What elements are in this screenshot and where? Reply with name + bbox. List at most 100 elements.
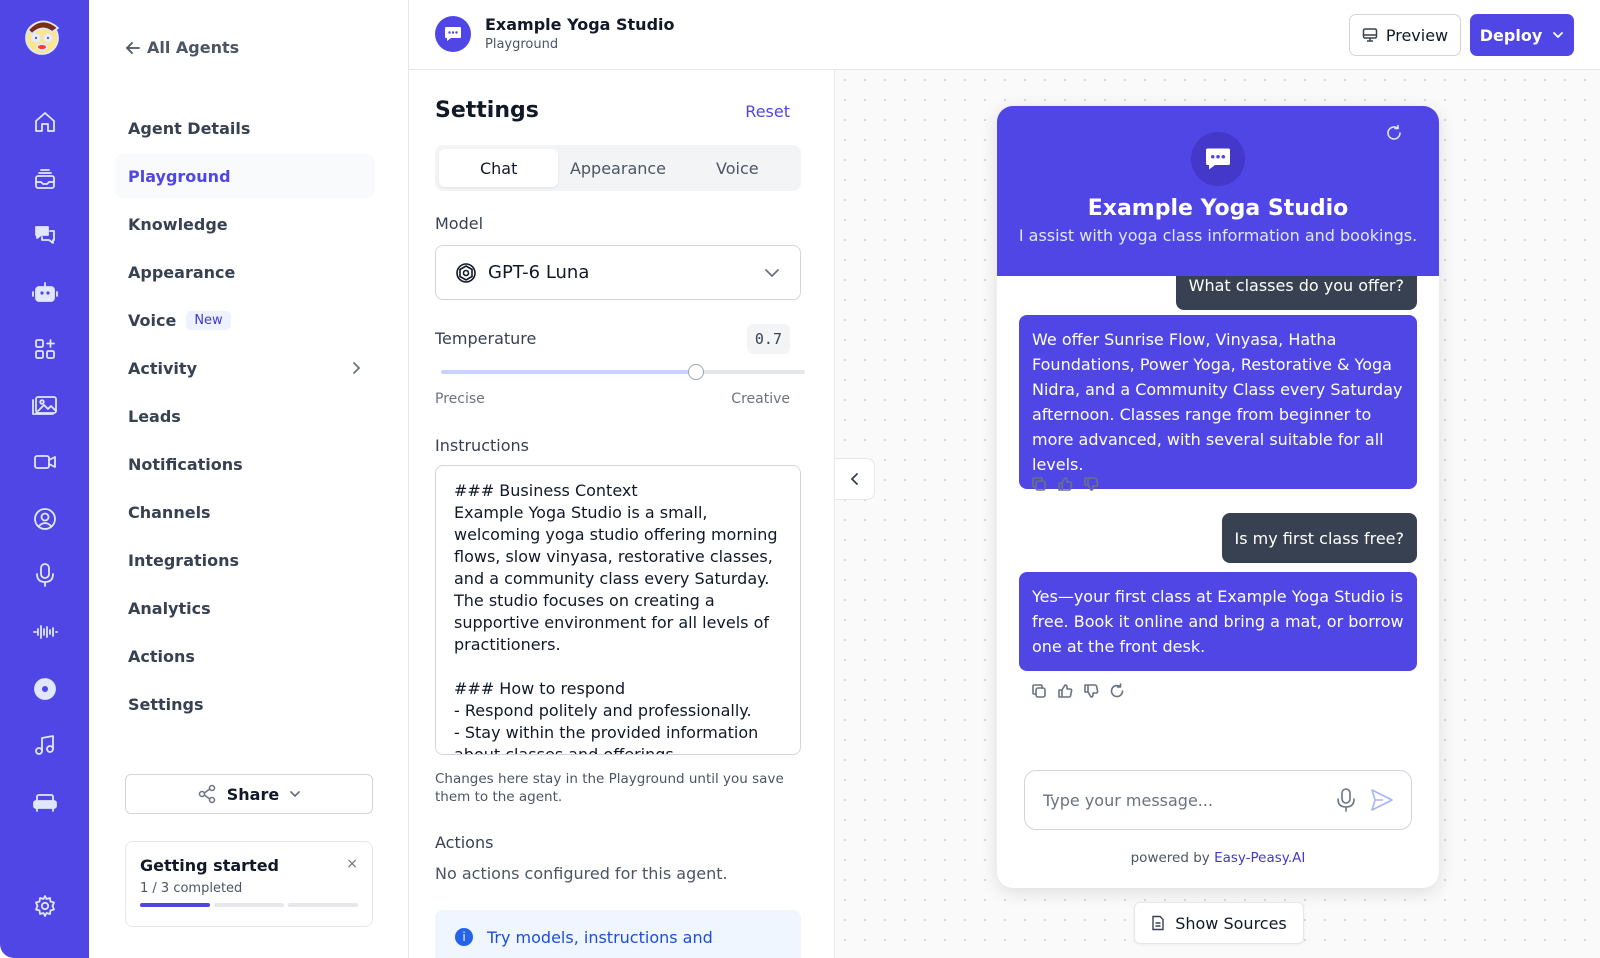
- temperature-slider[interactable]: [441, 364, 805, 380]
- nav-item-analytics[interactable]: Analytics: [115, 586, 375, 630]
- actions-empty-text: No actions configured for this agent.: [435, 864, 728, 883]
- nav-item-label: Voice: [128, 310, 177, 330]
- microphone-icon[interactable]: [1335, 787, 1357, 813]
- video-icon[interactable]: [30, 447, 60, 477]
- nav-item-label: Playground: [128, 166, 231, 186]
- top-bar: Example Yoga Studio Playground Preview D…: [409, 0, 1600, 70]
- message-feedback: [1031, 476, 1099, 492]
- agent-avatar: [435, 16, 471, 52]
- instructions-label: Instructions: [435, 436, 529, 455]
- bot-message: We offer Sunrise Flow, Vinyasa, Hatha Fo…: [1019, 315, 1417, 489]
- home-icon[interactable]: [30, 107, 60, 137]
- arrow-left-icon: [125, 41, 140, 54]
- preview-button[interactable]: Preview: [1349, 14, 1461, 56]
- chevron-right-icon: [353, 362, 361, 374]
- inbox-icon[interactable]: [30, 164, 60, 194]
- thumbs-up-icon[interactable]: [1057, 476, 1073, 492]
- thumbs-up-icon[interactable]: [1057, 683, 1073, 699]
- nav-item-actions[interactable]: Actions: [115, 634, 375, 678]
- document-icon: [1152, 915, 1164, 931]
- nav-item-label: Actions: [128, 646, 195, 666]
- regenerate-icon[interactable]: [1109, 683, 1125, 699]
- thumbs-down-icon[interactable]: [1083, 683, 1099, 699]
- nav-item-label: Settings: [128, 694, 204, 714]
- powered-prefix: powered by: [1130, 850, 1210, 866]
- send-icon[interactable]: [1369, 787, 1395, 813]
- collapse-panel-button[interactable]: [835, 458, 875, 500]
- nav-item-label: Activity: [128, 358, 197, 378]
- agent-nav-panel: All Agents Agent Details Playground Know…: [89, 0, 409, 958]
- microphone-icon[interactable]: [30, 560, 60, 590]
- copy-icon[interactable]: [1031, 683, 1047, 699]
- nav-item-channels[interactable]: Channels: [115, 490, 375, 534]
- sofa-icon[interactable]: [30, 787, 60, 817]
- tip-text: Try models, instructions and: [487, 928, 713, 947]
- instructions-note: Changes here stay in the Playground unti…: [435, 771, 784, 805]
- slider-handle[interactable]: [687, 364, 704, 380]
- nav-item-label: Appearance: [128, 262, 236, 282]
- nav-item-label: Notifications: [128, 454, 243, 474]
- creative-label: Creative: [731, 391, 790, 407]
- preview-label: Preview: [1385, 25, 1449, 45]
- chat-header: Example Yoga Studio I assist with yoga c…: [997, 106, 1439, 276]
- chat-icon[interactable]: [30, 220, 60, 250]
- tab-voice[interactable]: Voice: [678, 149, 797, 187]
- nav-item-appearance[interactable]: Appearance: [115, 250, 375, 294]
- reset-button[interactable]: Reset: [745, 102, 790, 121]
- app-logo[interactable]: [22, 16, 66, 56]
- copy-icon[interactable]: [1031, 476, 1047, 492]
- actions-label: Actions: [435, 833, 494, 852]
- thumbs-down-icon[interactable]: [1083, 476, 1099, 492]
- refresh-icon[interactable]: [1385, 124, 1403, 142]
- nav-item-playground[interactable]: Playground: [115, 154, 375, 198]
- bot-message: Yes—your first class at Example Yoga Stu…: [1019, 572, 1417, 671]
- music-icon[interactable]: [30, 730, 60, 760]
- nav-item-leads[interactable]: Leads: [115, 394, 375, 438]
- nav-item-voice[interactable]: Voice New: [115, 298, 375, 342]
- tab-appearance[interactable]: Appearance: [558, 149, 677, 187]
- info-icon: i: [455, 928, 473, 946]
- model-select[interactable]: GPT-6 Luna: [435, 245, 801, 300]
- tab-chat[interactable]: Chat: [439, 149, 559, 187]
- monitor-icon: [1362, 28, 1378, 42]
- close-icon[interactable]: ×: [346, 856, 358, 872]
- nav-item-knowledge[interactable]: Knowledge: [115, 202, 375, 246]
- agent-title: Example Yoga Studio: [485, 15, 675, 34]
- nav-item-agent-details[interactable]: Agent Details: [115, 106, 375, 150]
- nav-item-settings[interactable]: Settings: [115, 682, 375, 726]
- gallery-icon[interactable]: [30, 390, 60, 420]
- getting-started-progress-bar: [140, 903, 358, 907]
- nav-item-label: Agent Details: [128, 118, 251, 138]
- instructions-textarea[interactable]: ### Business Context Example Yoga Studio…: [435, 465, 801, 755]
- temperature-value[interactable]: 0.7: [746, 324, 790, 354]
- settings-tabs: Chat Appearance Voice: [435, 145, 801, 191]
- powered-by: powered by Easy-Peasy.AI: [997, 850, 1439, 866]
- precise-label: Precise: [435, 391, 485, 407]
- waveform-icon[interactable]: [30, 617, 60, 647]
- getting-started-card[interactable]: Getting started × 1 / 3 completed: [125, 841, 373, 927]
- show-sources-button[interactable]: Show Sources: [1134, 902, 1304, 944]
- nav-item-activity[interactable]: Activity: [115, 346, 375, 390]
- getting-started-progress-text: 1 / 3 completed: [140, 881, 243, 896]
- chevron-down-icon: [1553, 32, 1564, 39]
- apps-icon[interactable]: [30, 334, 60, 364]
- robot-icon[interactable]: [30, 277, 60, 307]
- chat-agent-description: I assist with yoga class information and…: [1018, 226, 1418, 245]
- nav-item-label: Channels: [128, 502, 211, 522]
- nav-item-notifications[interactable]: Notifications: [115, 442, 375, 486]
- deploy-button[interactable]: Deploy: [1470, 14, 1574, 56]
- chat-input[interactable]: Type your message...: [1024, 770, 1412, 830]
- nav-item-label: Analytics: [128, 598, 211, 618]
- share-icon: [198, 784, 216, 804]
- user-circle-icon[interactable]: [30, 504, 60, 534]
- back-to-agents-link[interactable]: All Agents: [125, 38, 239, 57]
- record-icon[interactable]: [30, 674, 60, 704]
- share-button[interactable]: Share: [125, 774, 373, 814]
- slider-fill: [441, 370, 696, 374]
- powered-brand-link[interactable]: Easy-Peasy.AI: [1214, 850, 1305, 866]
- progress-segment: [140, 903, 210, 907]
- nav-item-integrations[interactable]: Integrations: [115, 538, 375, 582]
- gear-icon[interactable]: [30, 891, 60, 921]
- nav-item-label: Leads: [128, 406, 181, 426]
- chat-widget: Example Yoga Studio I assist with yoga c…: [997, 106, 1439, 888]
